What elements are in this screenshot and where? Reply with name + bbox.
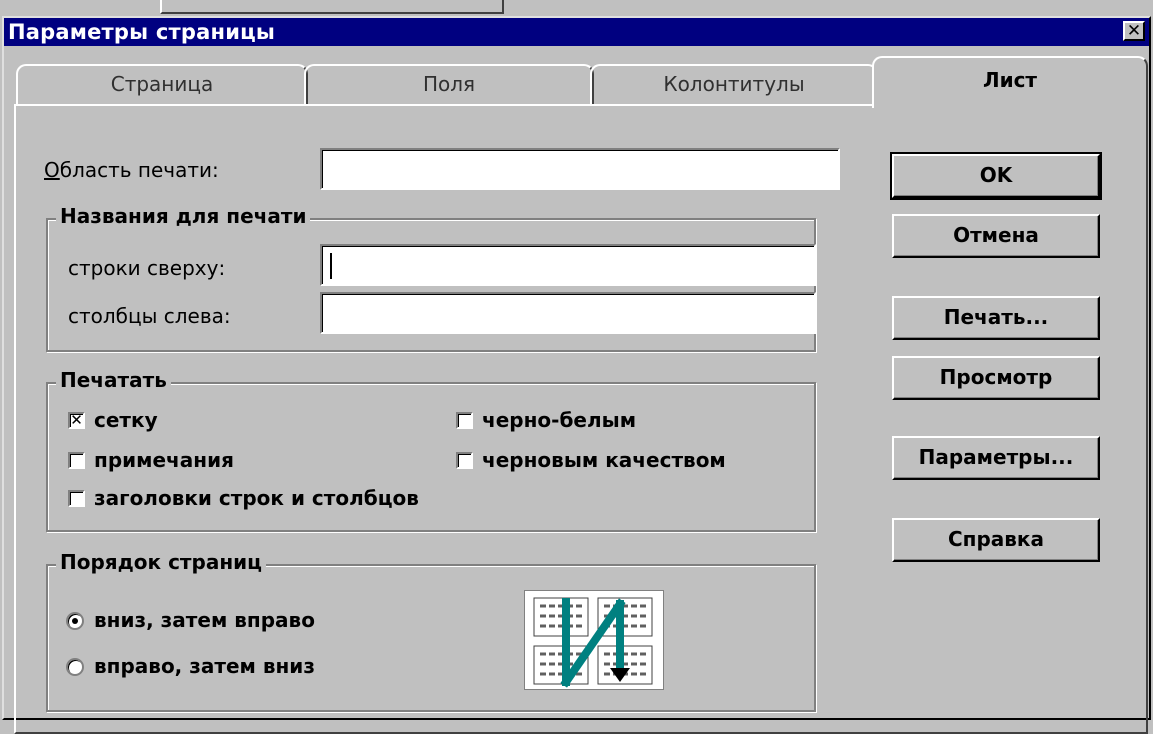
page-order-group: Порядок страниц вниз, затем вправо вправ… bbox=[46, 550, 816, 712]
over-then-down-label: вправо, затем вниз bbox=[94, 654, 315, 678]
down-then-over-label: вниз, затем вправо bbox=[94, 608, 315, 632]
over-then-down-radio[interactable] bbox=[66, 658, 84, 676]
tab-page[interactable]: Страница bbox=[16, 64, 308, 106]
help-button[interactable]: Справка bbox=[892, 518, 1100, 562]
tab-sheet-label: Лист bbox=[982, 68, 1038, 92]
tab-margins[interactable]: Поля bbox=[304, 64, 594, 106]
tab-strip: Страница Поля Колонтитулы Лист bbox=[14, 56, 1150, 108]
sheet-tab-panel: Область печати: Названия для печати стро… bbox=[14, 104, 1148, 734]
background-window-sliver bbox=[160, 0, 504, 14]
print-button[interactable]: Печать... bbox=[892, 296, 1100, 340]
tab-page-label: Страница bbox=[110, 72, 214, 96]
page-order-preview-icon bbox=[524, 590, 664, 690]
black-and-white-checkbox[interactable] bbox=[456, 412, 473, 429]
cancel-button[interactable]: Отмена bbox=[892, 214, 1100, 258]
print-options-legend: Печатать bbox=[56, 368, 171, 392]
notes-checkbox[interactable] bbox=[68, 452, 85, 469]
tab-margins-label: Поля bbox=[422, 72, 476, 96]
down-then-over-radio[interactable] bbox=[66, 612, 84, 630]
ok-button-label: OK bbox=[979, 163, 1013, 187]
close-button[interactable]: ✕ bbox=[1123, 21, 1145, 41]
dialog-title: Параметры страницы bbox=[8, 20, 276, 44]
text-caret bbox=[330, 253, 332, 279]
rows-on-top-label: строки сверху: bbox=[68, 256, 226, 280]
draft-quality-checkbox[interactable] bbox=[456, 452, 473, 469]
options-button-label: Параметры... bbox=[918, 445, 1074, 469]
gridlines-checkbox[interactable]: ✕ bbox=[68, 412, 85, 429]
checkmark-icon: ✕ bbox=[70, 411, 83, 429]
black-and-white-label: черно-белым bbox=[482, 408, 637, 432]
row-col-headings-checkbox[interactable] bbox=[68, 490, 85, 507]
print-button-label: Печать... bbox=[943, 305, 1049, 329]
tab-header-footer-label: Колонтитулы bbox=[663, 72, 805, 96]
print-titles-group: Названия для печати строки сверху: столб… bbox=[46, 204, 816, 352]
rows-on-top-input[interactable] bbox=[320, 244, 816, 286]
help-button-label: Справка bbox=[947, 527, 1045, 551]
tab-header-footer[interactable]: Колонтитулы bbox=[590, 64, 878, 106]
notes-label: примечания bbox=[94, 448, 234, 472]
print-area-input[interactable] bbox=[320, 148, 840, 190]
print-options-group: Печатать ✕ сетку черно-белым примечания … bbox=[46, 368, 816, 532]
close-icon: ✕ bbox=[1126, 21, 1142, 41]
radio-selected-dot bbox=[72, 618, 78, 624]
tab-sheet[interactable]: Лист bbox=[872, 56, 1148, 108]
print-preview-button-label: Просмотр bbox=[939, 365, 1053, 389]
print-area-label: Область печати: bbox=[44, 158, 219, 182]
row-col-headings-label: заголовки строк и столбцов bbox=[94, 486, 419, 510]
draft-quality-label: черновым качеством bbox=[482, 448, 726, 472]
cancel-button-label: Отмена bbox=[953, 223, 1039, 247]
page-setup-dialog: Параметры страницы ✕ Страница Поля Колон… bbox=[2, 16, 1151, 734]
columns-on-left-input[interactable] bbox=[320, 292, 816, 334]
columns-on-left-label: столбцы слева: bbox=[68, 304, 231, 328]
page-order-legend: Порядок страниц bbox=[56, 550, 266, 574]
title-bar[interactable]: Параметры страницы ✕ bbox=[4, 18, 1149, 46]
print-titles-legend: Названия для печати bbox=[56, 204, 311, 228]
ok-button[interactable]: OK bbox=[890, 152, 1102, 200]
print-preview-button[interactable]: Просмотр bbox=[892, 356, 1100, 400]
options-button[interactable]: Параметры... bbox=[892, 436, 1100, 480]
gridlines-label: сетку bbox=[94, 408, 158, 432]
